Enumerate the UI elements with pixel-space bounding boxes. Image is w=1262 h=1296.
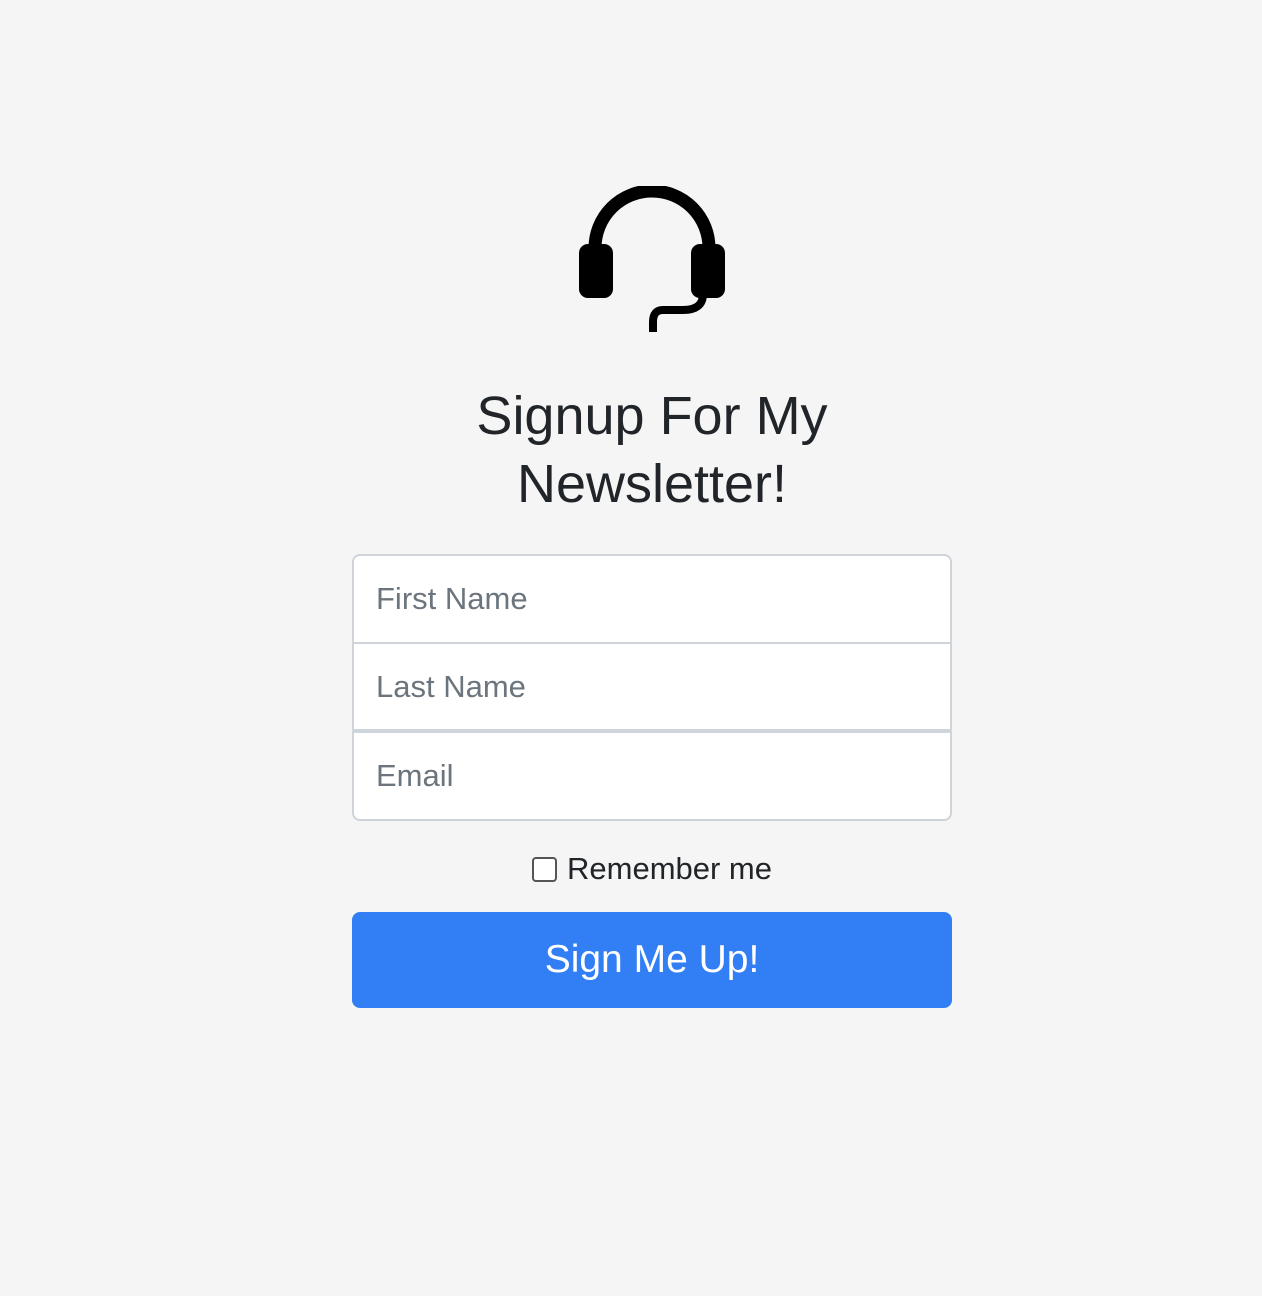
first-name-field[interactable] bbox=[352, 554, 952, 644]
remember-me-checkbox[interactable] bbox=[532, 856, 557, 882]
sign-up-button[interactable]: Sign Me Up! bbox=[352, 912, 952, 1008]
signup-form: Signup For My Newsletter! Remember me Si… bbox=[352, 186, 952, 1008]
page-title: Signup For My Newsletter! bbox=[476, 386, 828, 514]
input-group bbox=[352, 554, 952, 821]
last-name-field[interactable] bbox=[352, 642, 952, 732]
remember-me-label[interactable]: Remember me bbox=[567, 851, 772, 887]
remember-me-row: Remember me bbox=[532, 851, 772, 887]
headset-icon bbox=[579, 186, 725, 332]
email-field[interactable] bbox=[352, 731, 952, 821]
